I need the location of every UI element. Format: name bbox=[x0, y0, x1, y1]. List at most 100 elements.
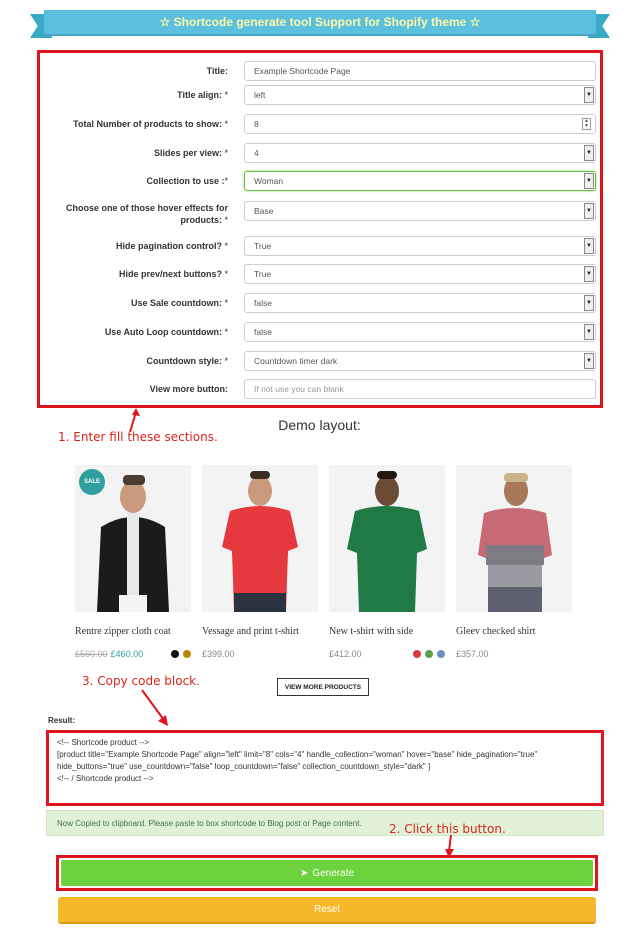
auto-loop-select[interactable]: false ▼ bbox=[244, 322, 596, 342]
sale-badge: SALE bbox=[79, 469, 105, 495]
striped-shirt-model-image bbox=[456, 465, 572, 612]
product-image[interactable]: SALE bbox=[75, 465, 191, 612]
swatch-blue[interactable] bbox=[437, 650, 445, 658]
required-mark: * bbox=[224, 298, 228, 308]
select-value: false bbox=[254, 327, 272, 337]
select-value: 4 bbox=[254, 148, 259, 158]
chevron-down-icon[interactable]: ▼ bbox=[584, 145, 594, 161]
sale-price: £460.00 bbox=[110, 649, 144, 659]
code-line: hide_buttons="true" use_countdown="false… bbox=[57, 762, 431, 771]
swatch-black[interactable] bbox=[171, 650, 179, 658]
spinner-icon[interactable]: ▲ ▼ bbox=[582, 118, 591, 130]
product-price: £399.00 bbox=[202, 649, 318, 659]
field-title: Title: Example Shortcode Page bbox=[40, 60, 600, 82]
field-slides-per-view: Slides per view: * 4 ▼ bbox=[40, 142, 600, 164]
product-name[interactable]: Rentre zipper cloth coat bbox=[75, 626, 191, 637]
view-more-input[interactable]: If not use you can blank bbox=[244, 379, 596, 399]
chevron-down-icon[interactable]: ▼ bbox=[584, 324, 594, 340]
product-image[interactable] bbox=[456, 465, 572, 612]
required-mark: * bbox=[224, 241, 228, 251]
result-code-block[interactable]: <!-- Shortcode product --> [product titl… bbox=[46, 730, 604, 806]
field-sale-countdown: Use Sale countdown: * false ▼ bbox=[40, 292, 600, 314]
title-align-select[interactable]: left ▼ bbox=[244, 85, 596, 105]
product-card[interactable]: New t-shirt with side £412.00 bbox=[329, 465, 445, 659]
field-title-align: Title align: * left ▼ bbox=[40, 84, 600, 106]
chevron-down-icon[interactable]: ▼ bbox=[584, 173, 594, 189]
product-name[interactable]: Gleev checked shirt bbox=[456, 626, 572, 637]
required-mark: * bbox=[224, 327, 228, 337]
green-polo-model-image bbox=[329, 465, 445, 612]
swatch-red[interactable] bbox=[413, 650, 421, 658]
field-countdown-style: Countdown style: * Countdown timer dark ▼ bbox=[40, 350, 600, 372]
select-value: Base bbox=[254, 206, 274, 216]
collection-select[interactable]: Woman ▼ bbox=[244, 171, 596, 191]
generate-label: Generate bbox=[312, 867, 355, 879]
generate-button[interactable]: ➤ Generate bbox=[61, 860, 593, 886]
hide-pagination-select[interactable]: True ▼ bbox=[244, 236, 596, 256]
select-value: Woman bbox=[254, 176, 284, 186]
field-hover-effect: Choose one of those hover effects for pr… bbox=[40, 199, 600, 229]
chevron-down-icon[interactable]: ▼ bbox=[584, 87, 594, 103]
field-label: Collection to use : bbox=[146, 176, 225, 186]
hide-buttons-select[interactable]: True ▼ bbox=[244, 264, 596, 284]
select-value: True bbox=[254, 241, 272, 251]
price: £357.00 bbox=[456, 649, 489, 659]
product-price: £560.00 £460.00 bbox=[75, 649, 191, 659]
input-value: 8 bbox=[254, 119, 259, 129]
product-card[interactable]: Gleev checked shirt £357.00 bbox=[456, 465, 572, 659]
code-line: [product title="Example Shortcode Page" … bbox=[57, 750, 538, 759]
generate-highlight: ➤ Generate bbox=[56, 855, 598, 891]
reset-button[interactable]: Reset bbox=[58, 897, 596, 924]
required-mark: * bbox=[224, 176, 228, 186]
input-placeholder: If not use you can blank bbox=[254, 384, 344, 394]
required-mark: * bbox=[224, 356, 228, 366]
field-label: Countdown style: bbox=[146, 356, 222, 366]
select-value: True bbox=[254, 269, 272, 279]
settings-form: Title: Example Shortcode Page Title alig… bbox=[37, 50, 603, 408]
product-name[interactable]: New t-shirt with side bbox=[329, 626, 445, 637]
select-value: left bbox=[254, 90, 266, 100]
price: £399.00 bbox=[202, 649, 235, 659]
product-card[interactable]: SALE Rentre zipper cloth coat £560.00 £4… bbox=[75, 465, 191, 659]
required-mark: * bbox=[224, 215, 228, 225]
field-label: Hide prev/next buttons? bbox=[118, 269, 222, 279]
field-label: Hide pagination control? bbox=[115, 241, 222, 251]
red-polo-model-image bbox=[202, 465, 318, 612]
select-value: Countdown timer dark bbox=[254, 356, 338, 366]
hover-effect-select[interactable]: Base ▼ bbox=[244, 201, 596, 221]
field-label: View more button: bbox=[149, 384, 228, 394]
sale-countdown-select[interactable]: false ▼ bbox=[244, 293, 596, 313]
swatch-green[interactable] bbox=[425, 650, 433, 658]
field-hide-buttons: Hide prev/next buttons? * True ▼ bbox=[40, 263, 600, 285]
product-card[interactable]: Vessage and print t-shirt £399.00 bbox=[202, 465, 318, 659]
countdown-style-select[interactable]: Countdown timer dark ▼ bbox=[244, 351, 596, 371]
product-price: £412.00 bbox=[329, 649, 445, 659]
title-input[interactable]: Example Shortcode Page bbox=[244, 61, 596, 81]
color-swatches bbox=[171, 650, 191, 658]
product-price: £357.00 bbox=[456, 649, 572, 659]
chevron-down-icon[interactable]: ▼ bbox=[584, 203, 594, 219]
annotation-step2: 2. Click this button. bbox=[389, 822, 506, 836]
swatch-brown[interactable] bbox=[183, 650, 191, 658]
chevron-down-icon[interactable]: ▼ bbox=[584, 353, 594, 369]
annotation-step3: 3. Copy code block. bbox=[82, 674, 200, 688]
product-image[interactable] bbox=[202, 465, 318, 612]
header-ribbon: ☆ Shortcode generate tool Support for Sh… bbox=[30, 8, 610, 38]
slides-per-view-select[interactable]: 4 ▼ bbox=[244, 143, 596, 163]
required-mark: * bbox=[224, 90, 228, 100]
field-label: Use Sale countdown: bbox=[130, 298, 222, 308]
view-more-products-button[interactable]: VIEW MORE PRODUCTS bbox=[277, 678, 369, 696]
field-label: Title: bbox=[206, 66, 228, 76]
chevron-down-icon[interactable]: ▼ bbox=[584, 266, 594, 282]
page: ☆ Shortcode generate tool Support for Sh… bbox=[0, 0, 639, 929]
field-label: Total Number of products to show: bbox=[73, 119, 222, 129]
total-products-input[interactable]: 8 ▲ ▼ bbox=[244, 114, 596, 134]
field-label: Choose one of those hover effects for pr… bbox=[65, 203, 228, 225]
field-total-products: Total Number of products to show: * 8 ▲ ▼ bbox=[40, 113, 600, 135]
chevron-down-icon[interactable]: ▼ bbox=[584, 238, 594, 254]
required-mark: * bbox=[224, 269, 228, 279]
field-auto-loop: Use Auto Loop countdown: * false ▼ bbox=[40, 321, 600, 343]
chevron-down-icon[interactable]: ▼ bbox=[584, 295, 594, 311]
product-name[interactable]: Vessage and print t-shirt bbox=[202, 626, 318, 637]
product-image[interactable] bbox=[329, 465, 445, 612]
